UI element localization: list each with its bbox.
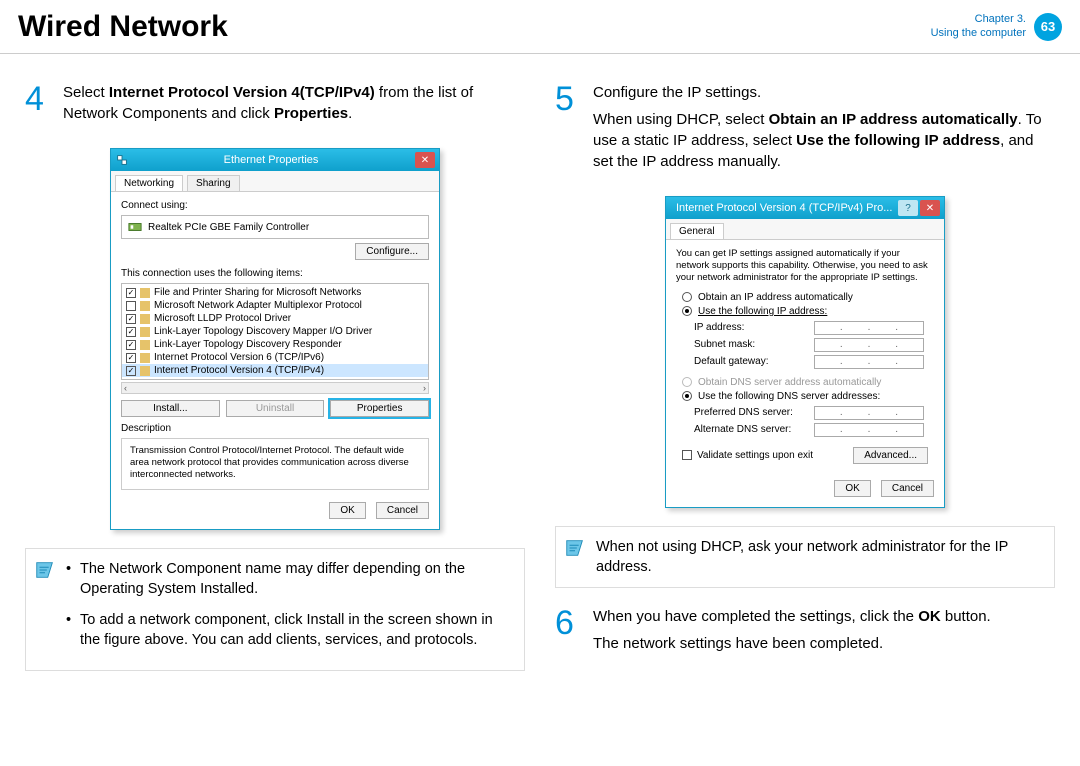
list-item[interactable]: File and Printer Sharing for Microsoft N… (122, 286, 428, 299)
chapter-subtitle: Using the computer (931, 27, 1026, 40)
close-icon[interactable]: ✕ (415, 152, 435, 168)
tab-networking[interactable]: Networking (115, 175, 183, 191)
preferred-dns-field[interactable]: ... (814, 406, 924, 420)
default-gateway-field[interactable]: ... (814, 355, 924, 369)
titlebar: Ethernet Properties ✕ (111, 149, 439, 171)
step-number: 6 (555, 606, 583, 660)
cancel-button[interactable]: Cancel (376, 502, 429, 519)
components-list[interactable]: File and Printer Sharing for Microsoft N… (121, 283, 429, 380)
help-icon[interactable]: ? (898, 200, 918, 216)
component-icon (140, 340, 150, 350)
step-5-line1: Configure the IP settings. (593, 82, 1055, 103)
horizontal-scrollbar[interactable]: ‹ › (121, 382, 429, 394)
scroll-right-icon[interactable]: › (423, 383, 426, 393)
validate-checkbox[interactable]: Validate settings upon exit (682, 450, 813, 461)
configure-button[interactable]: Configure... (355, 243, 429, 260)
radio-use-ip[interactable]: Use the following IP address: (682, 306, 934, 317)
step-number: 4 (25, 82, 53, 130)
titlebar: Internet Protocol Version 4 (TCP/IPv4) P… (666, 197, 944, 219)
tcpip-properties-dialog: Internet Protocol Version 4 (TCP/IPv4) P… (665, 196, 945, 508)
step-6-line2: The network settings have been completed… (593, 633, 991, 654)
uninstall-button[interactable]: Uninstall (226, 400, 325, 417)
note-icon (564, 537, 586, 559)
default-gateway-row: Default gateway:... (694, 355, 934, 369)
radio-use-dns[interactable]: Use the following DNS server addresses: (682, 391, 934, 402)
note-text: When not using DHCP, ask your network ad… (596, 537, 1040, 578)
list-item-selected[interactable]: Internet Protocol Version 4 (TCP/IPv4) (122, 364, 428, 377)
page-number-badge: 63 (1034, 13, 1062, 41)
chapter-label: Chapter 3. (975, 13, 1026, 26)
component-icon (140, 353, 150, 363)
close-icon[interactable]: ✕ (920, 200, 940, 216)
adapter-name: Realtek PCIe GBE Family Controller (148, 222, 309, 233)
advanced-button[interactable]: Advanced... (853, 447, 928, 464)
ip-address-row: IP address:... (694, 321, 934, 335)
note-bullet: To add a network component, click Instal… (66, 610, 510, 651)
header-meta: Chapter 3. Using the computer 63 (931, 13, 1062, 41)
tab-general[interactable]: General (670, 223, 724, 239)
ethernet-properties-dialog: Ethernet Properties ✕ Networking Sharing… (110, 148, 440, 530)
list-item[interactable]: Microsoft Network Adapter Multiplexor Pr… (122, 299, 428, 312)
preferred-dns-row: Preferred DNS server:... (694, 406, 934, 420)
step-4-text: Select Internet Protocol Version 4(TCP/I… (63, 82, 525, 124)
step-number: 5 (555, 82, 583, 178)
network-icon (115, 153, 129, 167)
scroll-left-icon[interactable]: ‹ (124, 383, 127, 393)
step-6-line1: When you have completed the settings, cl… (593, 606, 991, 627)
alternate-dns-row: Alternate DNS server:... (694, 423, 934, 437)
adapter-box: Realtek PCIe GBE Family Controller (121, 215, 429, 239)
page-header: Wired Network Chapter 3. Using the compu… (0, 0, 1080, 54)
note-right: When not using DHCP, ask your network ad… (555, 526, 1055, 589)
dialog-title: Internet Protocol Version 4 (TCP/IPv4) P… (670, 202, 896, 214)
description-label: Description (121, 423, 429, 434)
step-6: 6 When you have completed the settings, … (555, 606, 1055, 660)
radio-obtain-dns: Obtain DNS server address automatically (682, 377, 934, 388)
step-4: 4 Select Internet Protocol Version 4(TCP… (25, 82, 525, 130)
radio-obtain-ip[interactable]: Obtain an IP address automatically (682, 292, 934, 303)
tabstrip: Networking Sharing (111, 171, 439, 192)
step-5-line2: When using DHCP, select Obtain an IP add… (593, 109, 1055, 172)
ok-button[interactable]: OK (329, 502, 365, 519)
subnet-mask-field[interactable]: ... (814, 338, 924, 352)
properties-button[interactable]: Properties (330, 400, 429, 417)
list-item[interactable]: Internet Protocol Version 6 (TCP/IPv6) (122, 351, 428, 364)
ip-address-field[interactable]: ... (814, 321, 924, 335)
page-title: Wired Network (18, 10, 931, 44)
component-icon (140, 366, 150, 376)
description-text: Transmission Control Protocol/Internet P… (121, 438, 429, 490)
ok-button[interactable]: OK (834, 480, 870, 497)
tcp-intro-text: You can get IP settings assigned automat… (676, 248, 934, 284)
list-item[interactable]: Link-Layer Topology Discovery Mapper I/O… (122, 325, 428, 338)
adapter-icon (128, 220, 142, 234)
step-5: 5 Configure the IP settings. When using … (555, 82, 1055, 178)
install-button[interactable]: Install... (121, 400, 220, 417)
component-icon (140, 301, 150, 311)
tab-sharing[interactable]: Sharing (187, 175, 239, 191)
subnet-mask-row: Subnet mask:... (694, 338, 934, 352)
cancel-button[interactable]: Cancel (881, 480, 934, 497)
note-left: The Network Component name may differ de… (25, 548, 525, 671)
list-item[interactable]: Link-Layer Topology Discovery Responder (122, 338, 428, 351)
alternate-dns-field[interactable]: ... (814, 423, 924, 437)
component-icon (140, 327, 150, 337)
component-icon (140, 288, 150, 298)
list-item[interactable]: Microsoft LLDP Protocol Driver (122, 312, 428, 325)
note-bullet: The Network Component name may differ de… (66, 559, 510, 600)
connect-using-label: Connect using: (121, 200, 429, 211)
dialog-title: Ethernet Properties (129, 154, 413, 166)
items-label: This connection uses the following items… (121, 268, 429, 279)
note-icon (34, 559, 56, 581)
component-icon (140, 314, 150, 324)
